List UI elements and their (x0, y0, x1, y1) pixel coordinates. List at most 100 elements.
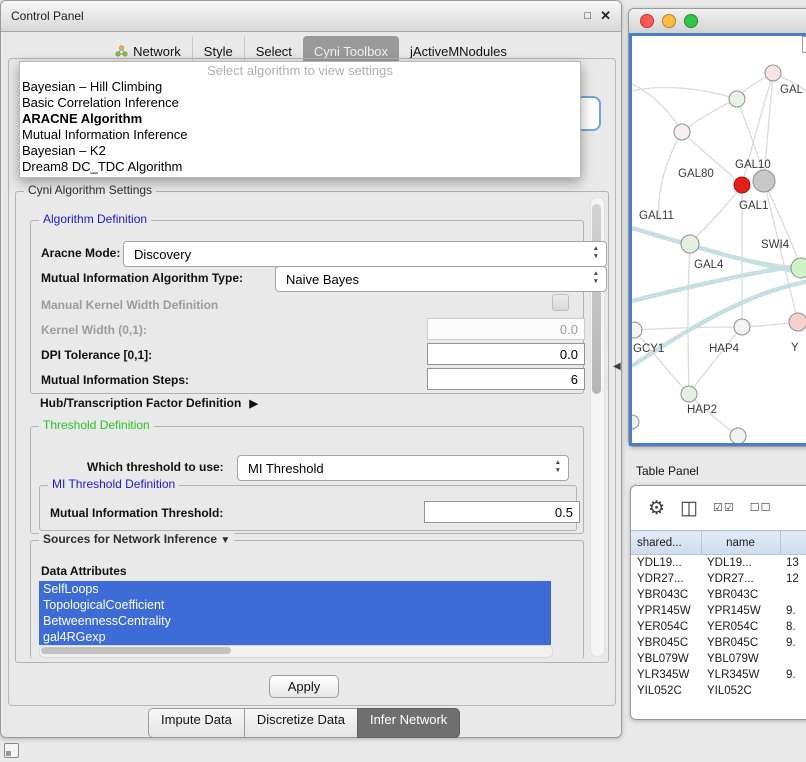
table-panel-window: ⚙◫☑☑☐☐ shared...name YDL19...YDL19...13Y… (630, 485, 806, 720)
network-node[interactable] (674, 124, 690, 140)
combo-arrows-icon: ▲▼ (555, 459, 561, 475)
table-row[interactable]: YBR045CYBR045C9. (631, 635, 806, 651)
dpi-tolerance-field[interactable]: 0.0 (427, 343, 585, 365)
attribute-item-selfloops[interactable]: SelfLoops (39, 581, 551, 597)
tab-label: jActiveMNodules (410, 44, 507, 59)
table-cell: YDR27... (631, 571, 701, 587)
hub-definition-toggle[interactable]: Hub/Transcription Factor Definition ▶ (40, 396, 258, 410)
node-label-hap2: HAP2 (687, 404, 717, 416)
bottom-tab-discretize-data[interactable]: Discretize Data (244, 708, 358, 738)
network-node[interactable] (632, 415, 639, 429)
column-header-shared[interactable]: shared... (631, 531, 701, 555)
unselect-all-columns-icon[interactable]: ☐☐ (750, 503, 772, 514)
close-traffic-light[interactable] (640, 14, 654, 28)
which-threshold-select[interactable]: MI Threshold ▲▼ (237, 455, 569, 481)
table-cell: 8. (780, 619, 806, 635)
table-cell: YPR145W (631, 603, 701, 619)
node-label-gcy1: GCY1 (633, 343, 664, 355)
table-row[interactable]: YPR145WYPR145W9. (631, 603, 806, 619)
mi-steps-field[interactable]: 6 (427, 368, 585, 390)
sources-legend[interactable]: Sources for Network Inference ▼ (39, 532, 234, 546)
network-edge (632, 84, 682, 132)
attribute-item-betweennesscentrality[interactable]: BetweennessCentrality (39, 613, 551, 629)
float-window-icon[interactable]: □ (584, 10, 591, 22)
table-cell: 9. (780, 603, 806, 619)
table-row[interactable]: YBL079WYBL079W (631, 651, 806, 667)
table-cell: YDL19... (701, 555, 780, 572)
network-node[interactable] (681, 386, 697, 402)
algorithm-option-bayesian-k2[interactable]: Bayesian – K2 (20, 143, 580, 159)
aracne-mode-select[interactable]: Discovery ▲▼ (123, 241, 607, 267)
algorithm-option-dream8-dc-tdc-algorithm[interactable]: Dream8 DC_TDC Algorithm (20, 159, 580, 175)
network-node[interactable] (734, 177, 750, 193)
settings-gear-icon[interactable]: ⚙ (648, 499, 665, 518)
column-header-name[interactable]: name (701, 531, 780, 555)
network-node[interactable] (753, 170, 775, 192)
network-node[interactable] (791, 258, 806, 278)
manual-kernel-checkbox (552, 294, 569, 311)
show-columns-icon[interactable]: ◫ (680, 499, 698, 518)
table-row[interactable]: YDL19...YDL19...13 (631, 555, 806, 572)
bottom-tab-impute-data[interactable]: Impute Data (148, 708, 245, 738)
network-edge (692, 185, 742, 241)
algorithm-option-aracne-algorithm[interactable]: ARACNE Algorithm (20, 111, 580, 127)
bottom-tab-infer-network[interactable]: Infer Network (357, 708, 460, 738)
network-node[interactable] (681, 235, 699, 253)
expanded-arrow-icon: ▼ (220, 535, 230, 546)
threshold-definition-group: Threshold Definition Which threshold to … (30, 426, 584, 534)
restore-panel-icon[interactable] (4, 743, 19, 758)
algorithm-option-bayesian-hill-climbing[interactable]: Bayesian – Hill Climbing (20, 79, 580, 95)
table-row[interactable]: YER054CYER054C8. (631, 619, 806, 635)
close-icon[interactable]: ✕ (600, 8, 611, 24)
algorithm-option-mutual-information-inference[interactable]: Mutual Information Inference (20, 127, 580, 143)
attribute-item-gal4rgexp[interactable]: gal4RGexp (39, 629, 551, 645)
sources-group: Sources for Network Inference ▼ Data Att… (30, 540, 584, 659)
mi-threshold-field[interactable]: 0.5 (424, 501, 580, 523)
panel-collapse-arrow[interactable]: ◀ (613, 361, 621, 372)
table-row[interactable]: YLR345WYLR345W9. (631, 667, 806, 683)
column-header-extra[interactable] (780, 531, 806, 555)
settings-scrollbar-thumb[interactable] (592, 204, 601, 394)
table-cell: YLR345W (631, 667, 701, 683)
table-cell: YDL19... (631, 555, 701, 572)
network-window-titlebar[interactable] (629, 9, 806, 34)
network-icon (115, 45, 128, 57)
minimize-traffic-light[interactable] (662, 14, 676, 28)
table-cell: 12 (780, 571, 806, 587)
algorithm-definition-group: Algorithm Definition Aracne Mode: Discov… (30, 220, 584, 394)
network-scrollbar-corner[interactable] (802, 36, 806, 53)
table-row[interactable]: YBR043CYBR043C (631, 587, 806, 603)
table-cell: YER054C (701, 619, 780, 635)
data-attributes-list: SelfLoopsTopologicalCoefficientBetweenne… (39, 581, 551, 645)
kernel-width-field: 0.0 (427, 318, 585, 340)
algorithm-dropdown: Select algorithm to view settings Bayesi… (19, 61, 581, 178)
network-node[interactable] (729, 91, 745, 107)
network-node[interactable] (632, 322, 642, 338)
apply-button[interactable]: Apply (269, 675, 339, 698)
attributes-hscrollbar-thumb[interactable] (41, 647, 231, 654)
threshold-definition-legend: Threshold Definition (39, 418, 154, 432)
tab-label: Select (256, 44, 292, 59)
network-node[interactable] (765, 65, 781, 81)
dropdown-placeholder: Select algorithm to view settings (20, 62, 580, 79)
network-canvas[interactable]: GALGAL80GAL10GAL11GAL1SWI4GAL4GCY1HAP4YH… (629, 33, 806, 446)
table-cell (780, 683, 806, 699)
table-row[interactable]: YIL052CYIL052C (631, 683, 806, 699)
algorithm-option-basic-correlation-inference[interactable]: Basic Correlation Inference (20, 95, 580, 111)
network-node[interactable] (734, 319, 750, 335)
mi-type-select[interactable]: Naive Bayes ▲▼ (275, 266, 607, 292)
desktop: Control Panel □ ✕ NetworkStyleSelectCyni… (0, 0, 806, 762)
network-node[interactable] (730, 428, 746, 443)
node-label-y: Y (791, 342, 799, 354)
attributes-hscrollbar[interactable] (39, 645, 553, 658)
node-label-gal11: GAL11 (639, 210, 674, 222)
tab-label: Cyni Toolbox (314, 44, 388, 59)
control-panel-titlebar[interactable]: Control Panel □ ✕ (1, 1, 621, 32)
zoom-traffic-light[interactable] (684, 14, 698, 28)
select-all-columns-icon[interactable]: ☑☑ (713, 503, 735, 514)
attribute-item-topologicalcoefficient[interactable]: TopologicalCoefficient (39, 597, 551, 613)
network-node[interactable] (789, 313, 806, 331)
node-label-gal: GAL (780, 84, 804, 96)
table-row[interactable]: YDR27...YDR27...12 (631, 571, 806, 587)
table-cell: 9. (780, 667, 806, 683)
